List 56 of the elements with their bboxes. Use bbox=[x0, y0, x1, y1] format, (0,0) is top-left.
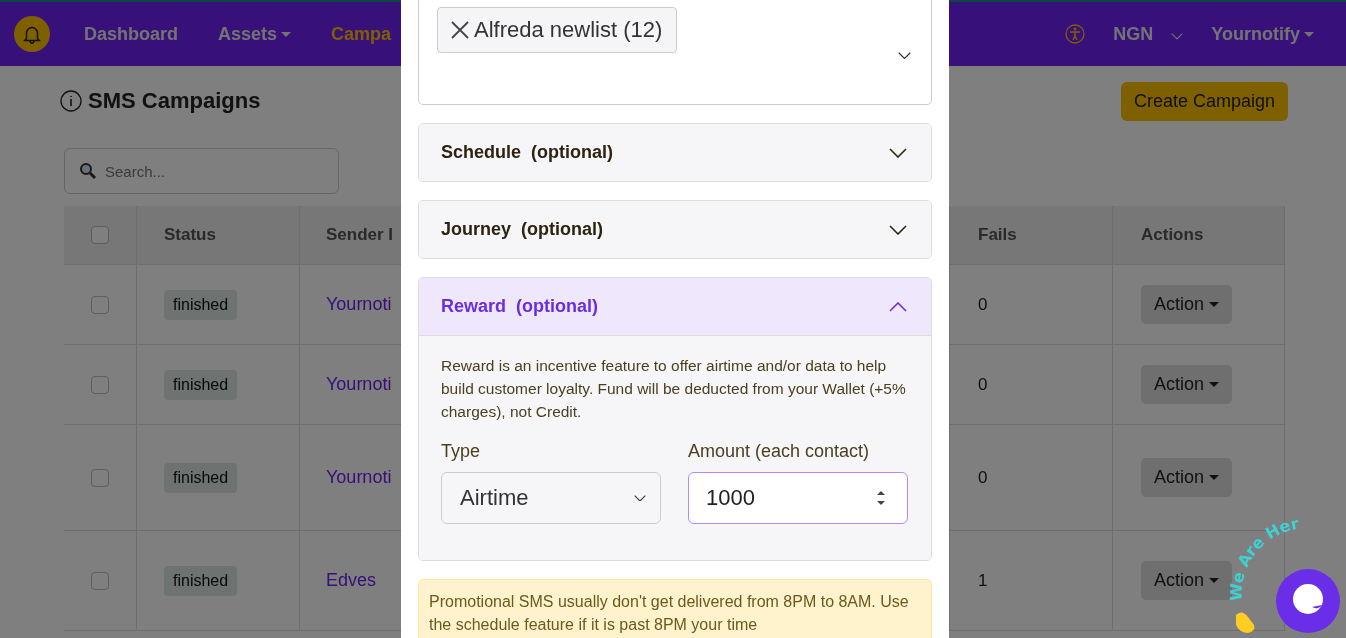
sender-link[interactable]: Yournoti bbox=[326, 374, 392, 395]
section-title: Journey (optional) bbox=[441, 219, 604, 240]
section-header[interactable]: Schedule (optional) bbox=[419, 124, 931, 181]
info-icon bbox=[60, 90, 82, 112]
action-button[interactable]: Action bbox=[1141, 458, 1233, 497]
section-header[interactable]: Reward (optional) bbox=[419, 278, 931, 336]
table-cell: 0 bbox=[978, 467, 988, 488]
amount-field[interactable]: 1000 bbox=[688, 472, 908, 524]
status-badge: finished bbox=[164, 462, 238, 493]
sender-link[interactable]: Yournoti bbox=[326, 294, 392, 315]
type-select[interactable]: Airtime bbox=[441, 472, 661, 524]
status-badge: finished bbox=[164, 369, 238, 400]
search-field[interactable]: Search... bbox=[64, 148, 339, 194]
table-cell: 0 bbox=[978, 374, 988, 395]
checkbox[interactable] bbox=[91, 571, 109, 590]
section-header[interactable]: Journey (optional) bbox=[419, 201, 931, 258]
chevron-up-icon[interactable] bbox=[889, 301, 907, 312]
column-header: Status bbox=[137, 206, 300, 265]
section-title: Reward (optional) bbox=[441, 296, 599, 317]
nav-link[interactable]: Dashboard bbox=[84, 23, 179, 45]
checkbox[interactable] bbox=[91, 295, 109, 314]
account-menu[interactable]: Yournotify bbox=[1211, 23, 1314, 45]
checkbox[interactable] bbox=[91, 375, 109, 394]
search-icon bbox=[79, 162, 97, 180]
table-cell: 1 bbox=[978, 570, 988, 591]
chevron-down-icon[interactable] bbox=[889, 224, 907, 235]
action-button[interactable]: Action bbox=[1141, 365, 1233, 404]
status-badge: finished bbox=[164, 565, 238, 596]
sender-link[interactable]: Edves bbox=[326, 570, 377, 591]
action-button[interactable]: Action bbox=[1141, 285, 1233, 324]
waving-hand-icon bbox=[1236, 612, 1255, 633]
chat-button[interactable] bbox=[1276, 569, 1340, 633]
status-badge: finished bbox=[164, 289, 238, 320]
bell-logo-icon[interactable] bbox=[14, 16, 50, 52]
chip-label: Alfreda newlist (12) bbox=[474, 17, 663, 43]
chevron-down-icon[interactable] bbox=[898, 51, 911, 59]
nav-link[interactable]: Campa bbox=[331, 23, 392, 45]
reward-description: Reward is an incentive feature to offer airtime and/or data to help build customer loyalty. Fund will be deducted from your Wallet (+5% charges), not Credit. bbox=[441, 356, 907, 422]
column-header: Fails bbox=[950, 206, 1113, 265]
list-select-field[interactable]: Alfreda newlist (12) bbox=[418, 0, 932, 105]
nav-link[interactable]: Assets bbox=[218, 23, 292, 45]
create-campaign-button[interactable]: Create Campaign bbox=[1120, 81, 1288, 121]
field-label: Type bbox=[441, 441, 482, 462]
checkbox[interactable] bbox=[91, 468, 109, 487]
column-header: Actions bbox=[1113, 206, 1285, 265]
chevron-down-icon[interactable] bbox=[889, 147, 907, 158]
chevron-down-icon[interactable] bbox=[634, 494, 646, 502]
field-label: Amount (each contact) bbox=[688, 441, 871, 462]
currency-select[interactable]: NGN bbox=[1113, 23, 1184, 45]
section-title: Schedule (optional) bbox=[441, 142, 614, 163]
sender-link[interactable]: Yournoti bbox=[326, 467, 392, 488]
page-title: SMS Campaigns bbox=[88, 88, 261, 114]
close-icon[interactable] bbox=[450, 20, 470, 40]
checkbox[interactable] bbox=[91, 226, 109, 244]
table-cell: 0 bbox=[978, 294, 988, 315]
warning-alert: Promotional SMS usually don't get delivered from 8PM to 8AM. Use the schedule feature if it is past 8PM your time bbox=[418, 579, 932, 638]
